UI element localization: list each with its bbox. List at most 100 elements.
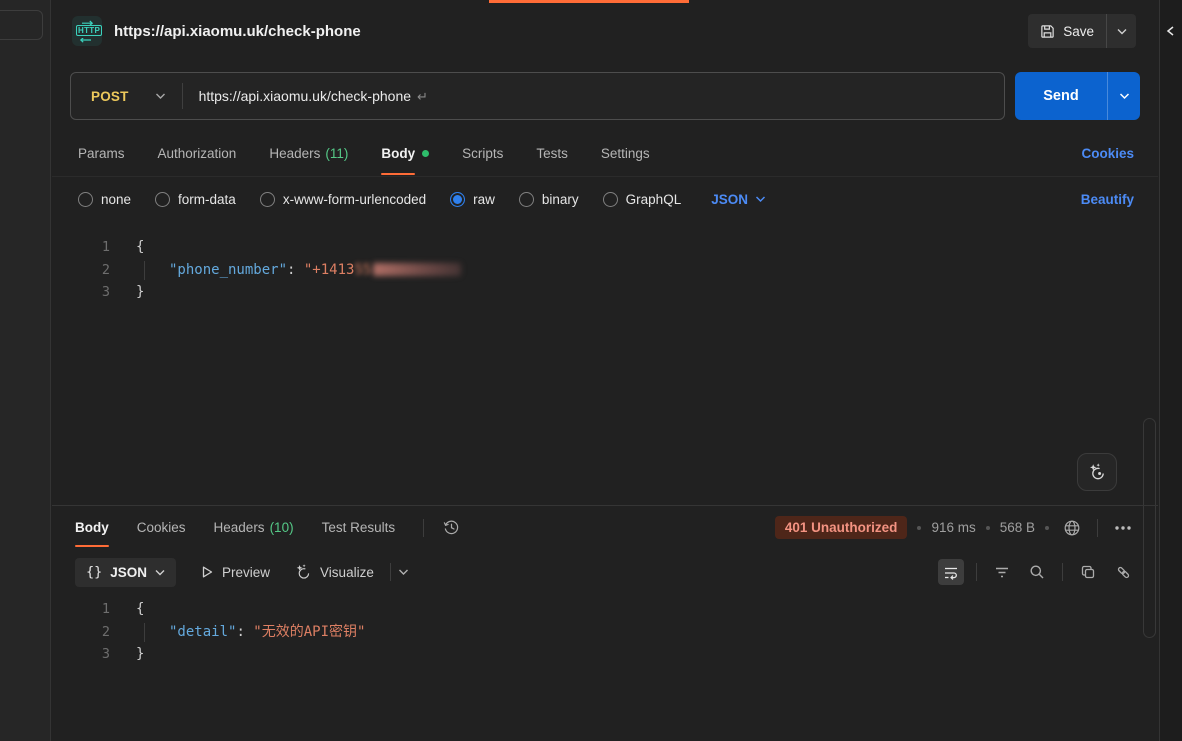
- code-line: 1 {: [52, 236, 1158, 259]
- network-info-button[interactable]: [1059, 515, 1085, 541]
- send-button[interactable]: Send: [1015, 72, 1107, 120]
- divider: [1062, 563, 1063, 581]
- code-text: "detail": "无效的API密钥": [136, 621, 365, 644]
- indent-guide: [144, 623, 145, 642]
- dot-separator: [986, 526, 990, 530]
- radio-selected-icon: [450, 192, 465, 207]
- line-number: 3: [52, 643, 110, 666]
- response-tabs: Body Cookies Headers(10) Test Results: [75, 506, 423, 549]
- radio-binary[interactable]: binary: [519, 192, 579, 207]
- tab-params[interactable]: Params: [78, 130, 125, 176]
- response-format-dropdown[interactable]: {} JSON: [75, 558, 176, 587]
- wrap-line-button[interactable]: [938, 559, 964, 585]
- visualize-button[interactable]: Visualize: [294, 563, 374, 581]
- filter-button[interactable]: [989, 559, 1015, 585]
- body-type-bar: none form-data x-www-form-urlencoded raw…: [52, 182, 1158, 216]
- radio-form-data[interactable]: form-data: [155, 192, 236, 207]
- tab-settings[interactable]: Settings: [601, 130, 650, 176]
- json-value-blurred: 55: [354, 262, 371, 278]
- postbot-button[interactable]: [1077, 453, 1117, 491]
- beautify-link[interactable]: Beautify: [1081, 192, 1134, 207]
- response-headers-count: (10): [270, 520, 294, 535]
- preview-label: Preview: [222, 565, 270, 580]
- copy-icon: [1080, 564, 1096, 580]
- method-label: POST: [91, 89, 129, 104]
- code-line: 1 {: [52, 598, 1158, 621]
- response-body-editor[interactable]: 1 { 2 "detail": "无效的API密钥" 3 }: [52, 598, 1158, 666]
- tab-body[interactable]: Body: [381, 130, 429, 176]
- save-options-caret[interactable]: [1106, 14, 1136, 48]
- radio-icon: [603, 192, 618, 207]
- tab-scripts[interactable]: Scripts: [462, 130, 503, 176]
- code-text: }: [136, 643, 144, 666]
- left-sidebar: [0, 0, 51, 741]
- right-sidebar: [1159, 0, 1182, 741]
- link-icon: [1115, 564, 1132, 581]
- body-modified-dot: [422, 150, 429, 157]
- soft-return-icon: ↵: [417, 89, 428, 104]
- response-time[interactable]: 916 ms: [931, 520, 975, 535]
- share-link-button[interactable]: [1110, 559, 1136, 585]
- app-window: HTTP https://api.xiaomu.uk/check-phone S…: [0, 0, 1182, 741]
- dot-separator: [917, 526, 921, 530]
- clock-history-icon: [443, 519, 460, 536]
- response-toolbar: {} JSON Preview Visualize: [52, 552, 1158, 592]
- radio-icon: [155, 192, 170, 207]
- collapse-arrow-icon[interactable]: [1166, 26, 1175, 36]
- tab-authorization[interactable]: Authorization: [158, 130, 237, 176]
- visualize-label: Visualize: [320, 565, 374, 580]
- radio-none[interactable]: none: [78, 192, 131, 207]
- status-badge[interactable]: 401 Unauthorized: [775, 516, 908, 539]
- chevron-down-icon: [155, 569, 165, 576]
- http-badge-label: HTTP: [76, 25, 102, 36]
- cookies-link[interactable]: Cookies: [1081, 146, 1134, 161]
- radio-icon: [519, 192, 534, 207]
- http-request-icon: HTTP: [72, 16, 102, 46]
- radio-icon: [260, 192, 275, 207]
- send-button-group: Send: [1015, 72, 1140, 120]
- sidebar-collapsed-tab[interactable]: [0, 10, 43, 40]
- chevron-down-icon: [155, 92, 166, 100]
- method-selector[interactable]: POST: [71, 89, 182, 104]
- request-tabs: Params Authorization Headers(11) Body Sc…: [52, 130, 1158, 177]
- radio-graphql[interactable]: GraphQL: [603, 192, 682, 207]
- radio-raw[interactable]: raw: [450, 192, 495, 207]
- preview-button[interactable]: Preview: [200, 565, 270, 580]
- response-history-button[interactable]: [438, 515, 464, 541]
- line-number: 1: [52, 236, 110, 259]
- url-input[interactable]: https://api.xiaomu.uk/check-phone↵: [183, 88, 428, 105]
- response-tab-cookies[interactable]: Cookies: [137, 506, 186, 549]
- search-icon: [1029, 564, 1045, 580]
- body-format-dropdown[interactable]: JSON: [711, 192, 766, 207]
- send-options-caret[interactable]: [1107, 72, 1140, 120]
- save-button[interactable]: Save: [1028, 24, 1106, 39]
- indent-guide: [144, 261, 145, 280]
- copy-button[interactable]: [1075, 559, 1101, 585]
- request-body-editor[interactable]: 1 { 2 "phone_number": "+141355 3 }: [52, 236, 1158, 304]
- tab-tests[interactable]: Tests: [536, 130, 568, 176]
- dot-separator: [1045, 526, 1049, 530]
- response-tab-headers[interactable]: Headers(10): [214, 506, 294, 549]
- response-format-label: JSON: [110, 565, 147, 580]
- code-text: }: [136, 281, 144, 304]
- search-button[interactable]: [1024, 559, 1050, 585]
- tab-headers[interactable]: Headers(11): [269, 130, 348, 176]
- json-value: "无效的API密钥": [253, 624, 365, 640]
- response-size[interactable]: 568 B: [1000, 520, 1035, 535]
- response-header: Body Cookies Headers(10) Test Results 40…: [52, 506, 1158, 549]
- radio-x-www-form-urlencoded[interactable]: x-www-form-urlencoded: [260, 192, 426, 207]
- divider: [976, 563, 977, 581]
- braces-icon: {}: [86, 564, 102, 580]
- response-tab-body[interactable]: Body: [75, 506, 109, 549]
- ellipsis-icon: [1114, 525, 1132, 531]
- response-tab-test-results[interactable]: Test Results: [322, 506, 396, 549]
- response-options-button[interactable]: [1110, 515, 1136, 541]
- code-line: 3 }: [52, 281, 1158, 304]
- save-button-label: Save: [1063, 24, 1094, 39]
- code-text: {: [136, 598, 144, 621]
- response-toolbar-right: [938, 559, 1136, 585]
- url-input-container: POST https://api.xiaomu.uk/check-phone↵: [70, 72, 1005, 120]
- format-label: JSON: [711, 192, 748, 207]
- main-panel: HTTP https://api.xiaomu.uk/check-phone S…: [52, 0, 1158, 741]
- more-formats-caret[interactable]: [391, 559, 417, 585]
